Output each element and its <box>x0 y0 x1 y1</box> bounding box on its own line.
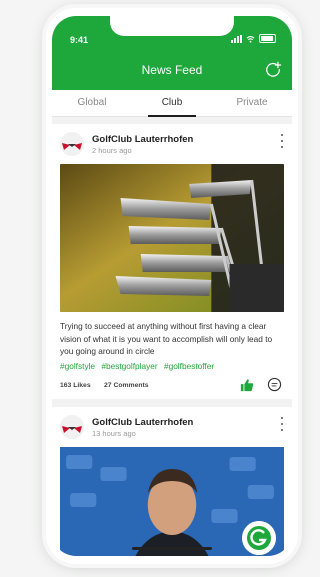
post-time: 2 hours ago <box>92 146 132 155</box>
tab-global[interactable]: Global <box>52 90 132 116</box>
wifi-icon <box>246 35 255 43</box>
post-actions: 163 Likes 27 Comments <box>52 371 292 399</box>
phone-frame: 9:41 News Feed Global Club Private GolfC… <box>46 8 298 564</box>
post-card: GolfClub Lauterrhofen 13 hours ago <box>52 406 292 556</box>
comment-icon[interactable] <box>267 377 282 392</box>
post-image-golfer[interactable] <box>60 446 284 556</box>
comments-count[interactable]: 27 Comments <box>104 382 149 389</box>
status-time: 9:41 <box>70 35 89 45</box>
golf-clubs-photo <box>60 164 284 312</box>
hashtag-link[interactable]: #golfstyle <box>60 361 95 371</box>
post-tags: #golfstyle #bestgolfplayer #golfbestoffe… <box>52 358 292 371</box>
post-card: GolfClub Lauterrhofen 2 hours ago Trying… <box>52 124 292 399</box>
like-icon[interactable] <box>240 378 254 392</box>
post-time: 13 hours ago <box>92 428 136 438</box>
golf-app-logo-icon <box>242 520 276 555</box>
page-title: News Feed <box>141 63 203 77</box>
post-author[interactable]: GolfClub Lauterrhofen <box>92 417 193 428</box>
status-icons <box>231 34 276 43</box>
hashtag-link[interactable]: #bestgolfplayer <box>101 361 157 371</box>
signal-icon <box>231 34 242 43</box>
home-indicator <box>132 547 212 550</box>
battery-icon <box>259 34 276 43</box>
news-feed: GolfClub Lauterrhofen 2 hours ago Trying… <box>52 124 292 556</box>
post-header: GolfClub Lauterrhofen 2 hours ago <box>52 124 292 164</box>
club-logo-icon[interactable] <box>60 414 84 439</box>
club-logo-icon[interactable] <box>60 132 84 156</box>
phone-notch <box>110 16 234 36</box>
tab-private[interactable]: Private <box>212 90 292 116</box>
post-text: Trying to succeed at anything without fi… <box>60 321 273 356</box>
post-author[interactable]: GolfClub Lauterrhofen <box>92 134 193 145</box>
add-post-icon[interactable] <box>264 60 282 78</box>
feed-tabs: Global Club Private <box>52 90 292 117</box>
more-options-icon[interactable] <box>280 134 284 148</box>
app-header: 9:41 News Feed <box>52 16 292 90</box>
tab-club[interactable]: Club <box>132 90 212 117</box>
likes-count[interactable]: 163 Likes <box>60 382 91 389</box>
post-image-golf-clubs[interactable] <box>60 164 284 312</box>
post-header: GolfClub Lauterrhofen 13 hours ago <box>52 407 292 447</box>
app-screen: 9:41 News Feed Global Club Private GolfC… <box>52 16 292 556</box>
hashtag-link[interactable]: #golfbestoffer <box>164 361 214 371</box>
more-options-icon[interactable] <box>280 416 284 431</box>
